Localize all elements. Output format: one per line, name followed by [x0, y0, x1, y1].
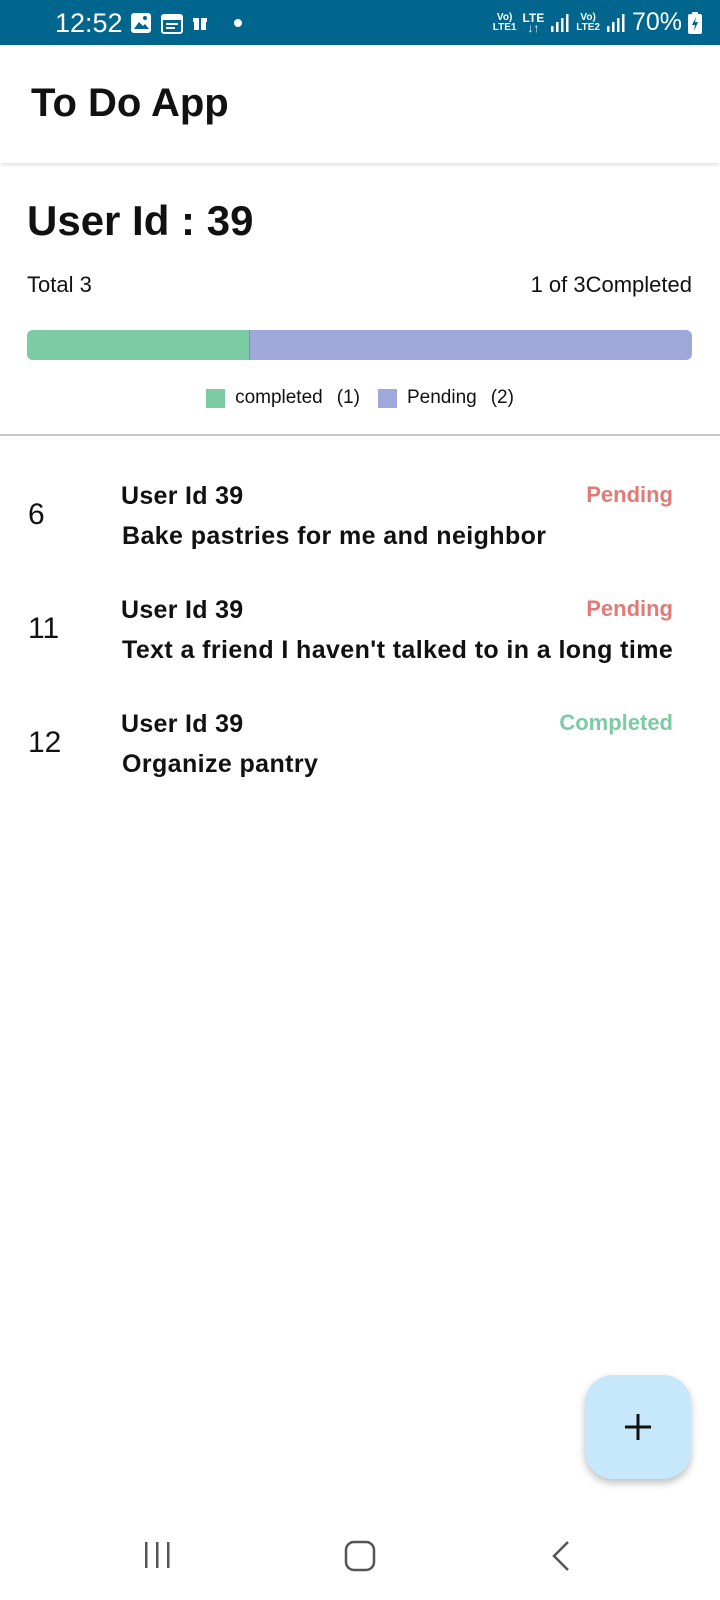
- signal-icon: [551, 13, 569, 32]
- todo-item[interactable]: 6 User Id 39 Bake pastries for me and ne…: [0, 470, 720, 584]
- gift-icon: [193, 18, 207, 30]
- todo-title: Text a friend I haven't talked to in a l…: [122, 636, 674, 664]
- user-heading: User Id : 39: [27, 197, 254, 244]
- home-icon[interactable]: [344, 1540, 376, 1572]
- sim2-label-top: Vo): [580, 11, 596, 23]
- lte-label: LTE ↓↑: [522, 12, 544, 34]
- legend-label: completed: [235, 387, 323, 408]
- notification-icons: [130, 12, 245, 34]
- battery-percent: 70%: [631, 8, 682, 36]
- legend-count: (2): [490, 387, 514, 408]
- sim1-label-bottom: LTE1: [492, 21, 517, 33]
- system-nav-bar: [0, 1520, 720, 1600]
- todo-id: 11: [28, 612, 60, 645]
- progress-completed-segment: [27, 330, 250, 360]
- plus-icon: [625, 1414, 651, 1440]
- app-title: To Do App: [31, 81, 229, 125]
- legend-item-completed: completed (1): [206, 387, 360, 409]
- divider: [0, 434, 720, 436]
- status-bar: 12:52 Vo) LTE1 LTE ↓↑ Vo) LTE2 70%: [0, 0, 720, 45]
- todo-status: Pending: [586, 482, 673, 507]
- todo-title: Organize pantry: [122, 750, 319, 778]
- todo-status: Completed: [559, 710, 673, 735]
- todo-id: 12: [28, 726, 62, 759]
- sim2-label-bottom: LTE2: [576, 21, 600, 33]
- calendar-icon: [161, 14, 183, 34]
- progress-bar: [27, 330, 692, 360]
- sim1-label: Vo) LTE1: [492, 11, 517, 33]
- image-icon: [131, 13, 151, 33]
- status-time: 12:52: [55, 8, 123, 38]
- legend-swatch-completed: [206, 388, 226, 408]
- sim2-label: Vo) LTE2: [576, 11, 600, 33]
- sim1-label-top: Vo): [496, 11, 513, 23]
- recent-apps-icon[interactable]: [143, 1540, 173, 1570]
- todo-id: 6: [28, 498, 45, 531]
- back-icon[interactable]: [550, 1540, 572, 1572]
- todo-item[interactable]: 12 User Id 39 Organize pantry Completed: [0, 698, 720, 812]
- battery-icon: [688, 11, 702, 34]
- app-bar: To Do App: [0, 45, 720, 163]
- legend-item-pending: Pending (2): [377, 387, 514, 409]
- dot-icon: [234, 19, 242, 27]
- todo-list: 6 User Id 39 Bake pastries for me and ne…: [0, 470, 720, 812]
- todo-user: User Id 39: [121, 482, 244, 510]
- todo-status: Pending: [586, 596, 673, 621]
- signal-icon: [606, 13, 625, 32]
- total-count: Total 3: [27, 272, 92, 297]
- legend-count: (1): [336, 387, 360, 408]
- todo-item[interactable]: 11 User Id 39 Text a friend I haven't ta…: [0, 584, 720, 698]
- todo-user: User Id 39: [121, 710, 244, 738]
- status-right: Vo) LTE1 LTE ↓↑ Vo) LTE2 70%: [493, 8, 702, 37]
- legend-label: Pending: [406, 387, 477, 408]
- legend: completed (1) Pending (2): [0, 387, 720, 409]
- todo-user: User Id 39: [121, 596, 244, 624]
- completed-count: 1 of 3Completed: [530, 272, 692, 297]
- legend-swatch-pending: [377, 388, 397, 408]
- add-todo-button[interactable]: [585, 1375, 691, 1479]
- todo-title: Bake pastries for me and neighbor: [122, 522, 547, 550]
